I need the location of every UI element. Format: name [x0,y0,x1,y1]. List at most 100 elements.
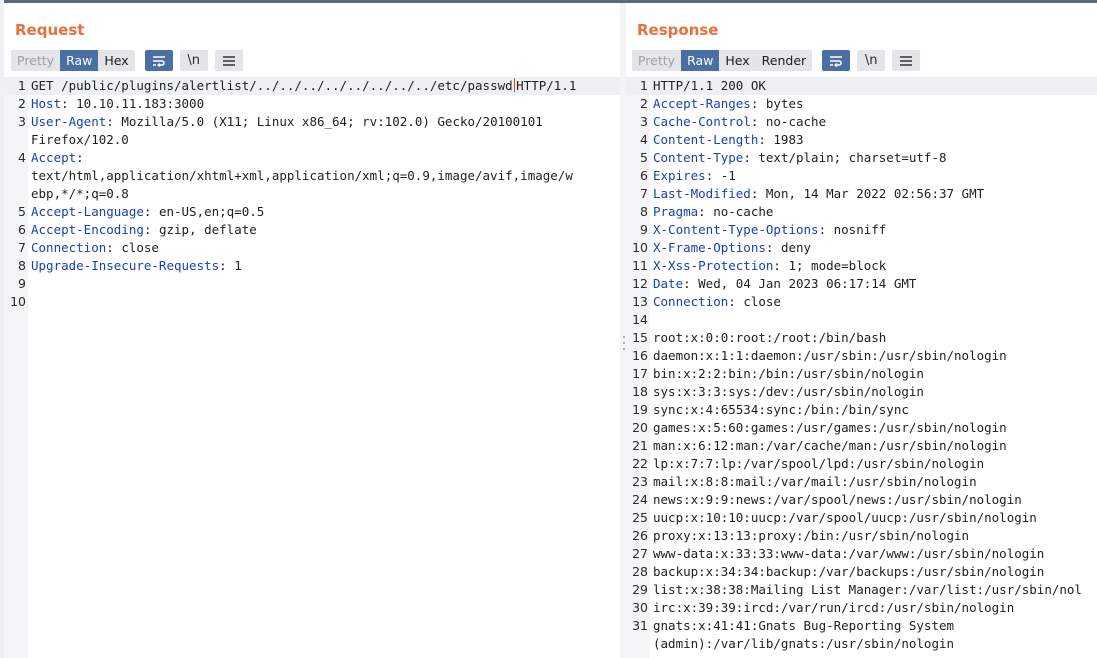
request-menu-icon[interactable] [214,50,243,71]
line-segment: : no-cache [698,204,774,219]
line-segment: : bytes [750,96,804,111]
response-line: 28 backup:x:34:34:backup:/var/backups:/us… [626,563,1097,581]
line-text: User-Agent: Mozilla/5.0 (X11; Linux x86_… [31,113,543,131]
line-text: Content-Length: 1983 [653,131,804,149]
line-segment: ebp,*/*;q=0.8 [31,186,129,201]
line-text: Accept-Ranges: bytes [653,95,804,113]
line-text: Accept-Language: en-US,en;q=0.5 [31,203,264,221]
line-text: Expires: -1 [653,167,736,185]
line-number: 22 [632,456,648,471]
response-line: 24 news:x:9:9:news:/var/spool/news:/usr/s… [626,491,1097,509]
response-newline-toggle-icon[interactable]: \n [857,50,886,71]
line-number: 7 [18,240,26,255]
line-text: Cache-Control: no-cache [653,113,826,131]
line-number: 6 [640,168,648,183]
line-number: 3 [640,114,648,129]
response-line: 4 Content-Length: 1983 [626,131,1097,149]
response-tab-hex[interactable]: Hex [719,50,755,71]
line-text: sync:x:4:65534:sync:/bin:/bin/sync [653,401,909,419]
response-line: 30 irc:x:39:39:ircd:/var/run/ircd:/usr/sb… [626,599,1097,617]
line-number: 7 [640,186,648,201]
header-name: Pragma [653,204,699,219]
response-tab-raw[interactable]: Raw [681,50,720,71]
request-line: 8 Upgrade-Insecure-Requests: 1 [4,257,620,275]
line-text: text/html,application/xhtml+xml,applicat… [31,167,573,185]
line-number: 21 [632,438,648,453]
header-name: Accept [31,150,77,165]
header-name: Connection [653,294,729,309]
response-line: 10 X-Frame-Options: deny [626,239,1097,257]
line-number: 27 [632,546,648,561]
response-tab-render[interactable]: Render [756,50,813,71]
response-menu-icon[interactable] [892,50,921,71]
request-wrap-lines-icon[interactable] [144,50,173,71]
line-text: bin:x:2:2:bin:/bin:/usr/sbin/nologin [653,365,924,383]
request-newline-toggle-icon[interactable]: \n [179,50,208,71]
line-number: 25 [632,510,648,525]
line-segment: www-data:x:33:33:www-data:/var/www:/usr/… [653,546,1045,561]
line-segment: : Wed, 04 Jan 2023 06:17:14 GMT [683,276,917,291]
line-number: 29 [632,582,648,597]
request-pane: Request Pretty Raw Hex \n 1 GET /public/plu… [4,3,620,658]
header-name: User-Agent [31,114,107,129]
line-number: 30 [632,600,648,615]
line-text: Host: 10.10.11.183:3000 [31,95,204,113]
line-segment: (admin):/var/lib/gnats:/usr/sbin/nologin [653,636,955,651]
header-name: Expires [653,168,706,183]
line-number: 8 [640,204,648,219]
response-line: 5 Content-Type: text/plain; charset=utf-8 [626,149,1097,167]
line-segment: sys:x:3:3:sys:/dev:/usr/sbin/nologin [653,384,924,399]
request-tab-raw[interactable]: Raw [60,50,99,71]
line-text: list:x:38:38:Mailing List Manager:/var/l… [653,581,1082,599]
header-name: Content-Type [653,150,744,165]
line-segment: gnats:x:41:41:Gnats Bug-Reporting System [653,618,955,633]
line-text: Last-Modified: Mon, 14 Mar 2022 02:56:37… [653,185,984,203]
response-tab-pretty[interactable]: Pretty [632,50,681,71]
line-segment: games:x:5:60:games:/usr/games:/usr/sbin/… [653,420,1007,435]
line-segment: uucp:x:10:10:uucp:/var/spool/uucp:/usr/s… [653,510,1037,525]
request-editor[interactable]: 1 GET /public/plugins/alertlist/../../../… [4,77,620,658]
line-text: man:x:6:12:man:/var/cache/man:/usr/sbin/… [653,437,1007,455]
line-number: 1 [640,78,648,93]
response-editor[interactable]: 1 HTTP/1.1 200 OK 2 Accept-Ranges: bytes 3 Ca… [626,77,1097,658]
header-name: X-Frame-Options [653,240,766,255]
line-number: 19 [632,402,648,417]
line-segment: list:x:38:38:Mailing List Manager:/var/l… [653,582,1082,597]
line-segment: : close [728,294,781,309]
line-segment: daemon:x:1:1:daemon:/usr/sbin:/usr/sbin/… [653,348,1007,363]
request-line: 4 Accept: [4,149,620,167]
request-line: 9 [4,275,620,293]
request-line: 7 Connection: close [4,239,620,257]
line-text: HTTP/1.1 200 OK [653,77,766,95]
line-number: 4 [18,150,26,165]
response-line: 18 sys:x:3:3:sys:/dev:/usr/sbin/nologin [626,383,1097,401]
request-tab-hex[interactable]: Hex [98,50,134,71]
line-number: 11 [632,258,648,273]
line-segment: mail:x:8:8:mail:/var/mail:/usr/sbin/nolo… [653,474,977,489]
header-name: Connection [31,240,107,255]
line-number: 2 [640,96,648,111]
line-segment: : deny [765,240,812,255]
line-segment: : close [106,240,159,255]
response-line: 31 gnats:x:41:41:Gnats Bug-Reporting Syst… [626,617,1097,635]
response-line: 29 list:x:38:38:Mailing List Manager:/var… [626,581,1097,599]
line-segment: HTTP/1.1 200 OK [653,78,766,93]
line-number: 6 [18,222,26,237]
line-text: Content-Type: text/plain; charset=utf-8 [653,149,947,167]
line-number: 1 [18,78,26,93]
response-line: 19 sync:x:4:65534:sync:/bin:/bin/sync [626,401,1097,419]
response-line: 23 mail:x:8:8:mail:/var/mail:/usr/sbin/no… [626,473,1097,491]
response-line: 9 X-Content-Type-Options: nosniff [626,221,1097,239]
request-tab-pretty[interactable]: Pretty [11,50,60,71]
line-text: gnats:x:41:41:Gnats Bug-Reporting System [653,617,954,635]
header-name: Accept-Ranges [653,96,751,111]
request-line: 5 Accept-Language: en-US,en;q=0.5 [4,203,620,221]
line-text: Upgrade-Insecure-Requests: 1 [31,257,242,275]
line-segment: text/html,application/xhtml+xml,applicat… [31,168,573,183]
line-text: sys:x:3:3:sys:/dev:/usr/sbin/nologin [653,383,924,401]
line-number: 20 [632,420,648,435]
request-line: ebp,*/*;q=0.8 [4,185,620,203]
response-wrap-lines-icon[interactable] [822,50,851,71]
divider-grip-icon[interactable] [622,336,625,350]
line-number: 24 [632,492,648,507]
